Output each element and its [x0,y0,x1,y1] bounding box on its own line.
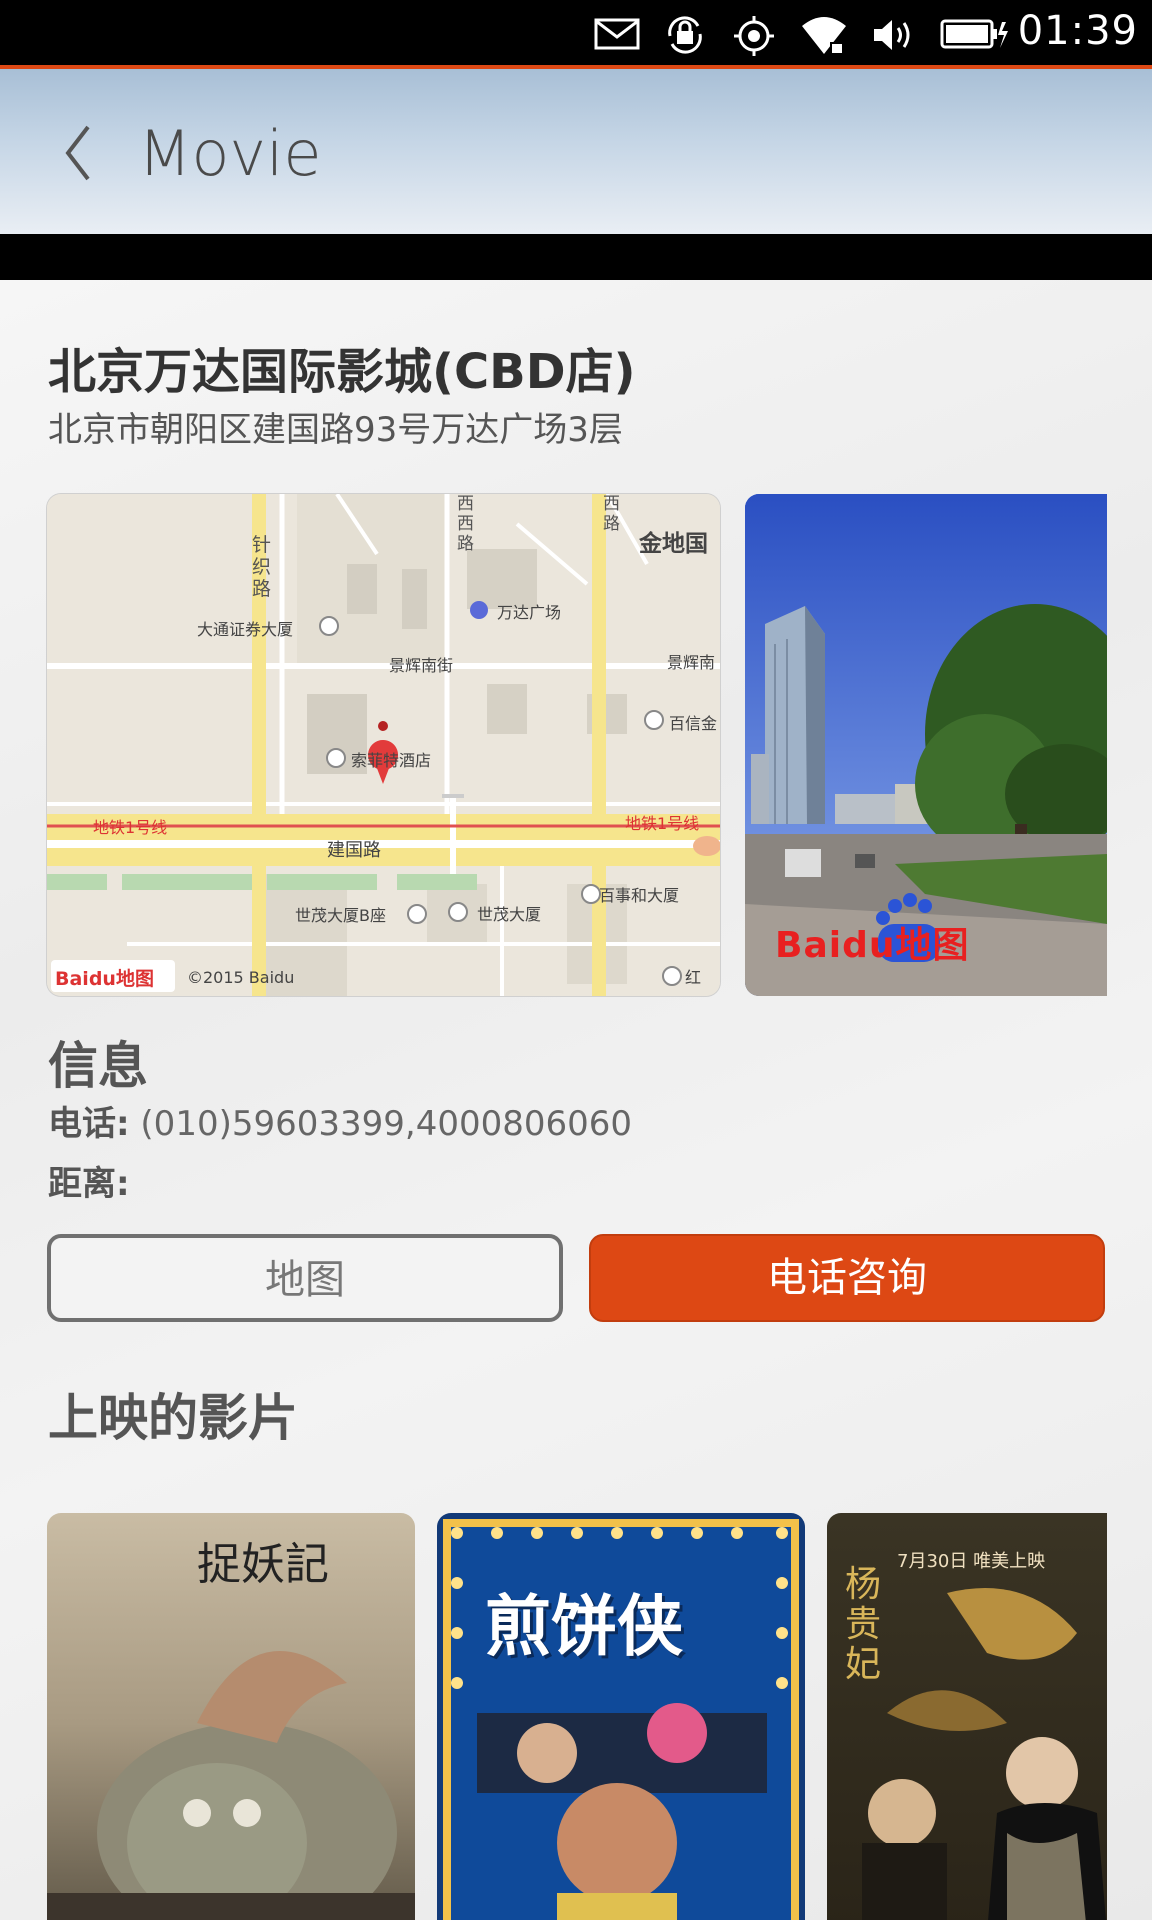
map-label-jinghui: 景辉南街 [389,656,454,675]
map-label-hong: 红 [685,968,702,987]
movies-heading: 上映的影片 [48,1389,298,1447]
cinema-address: 北京市朝阳区建国路93号万达广场3层 [48,410,623,450]
call-button[interactable]: 电话咨询 [589,1234,1105,1322]
map-label-zhenzhi-road: 针织路 [252,534,272,600]
map-preview[interactable]: 针织路 西西路 西路 金地国 大通证券大厦 万达广场 景辉南街 景辉南 百信金 … [47,494,720,996]
map-label-baishihe: 百事和大厦 [599,886,680,905]
distance-row: 距离: [48,1156,130,1205]
battery-icon [940,19,1008,49]
movie-poster-1[interactable]: 捉妖記 [47,1513,415,1920]
movie-poster-2[interactable]: 煎饼侠 [437,1513,805,1920]
poster-3-title: 杨贵妃 [845,1564,882,1685]
cinema-name: 北京万达国际影城(CBD店) [48,344,636,400]
map-label-xi-road: 西路 [603,494,620,534]
map-label-xixi-road: 西西路 [457,494,474,554]
poster-2-title: 煎饼侠 [485,1588,683,1665]
map-copyright: ©2015 Baidu [187,968,295,987]
info-heading: 信息 [48,1037,148,1095]
map-label-sofitel: 索菲特酒店 [351,751,432,770]
street-view-preview[interactable]: Baidu地图 [745,494,1107,996]
distance-label: 距离: [48,1164,130,1204]
poster-3-tagline: 7月30日 唯美上映 [897,1551,1046,1572]
baidu-streetview-logo: Baidu地图 [775,925,970,966]
status-bar: 01:39 [0,0,1152,69]
rotation-lock-icon [668,16,702,54]
map-label-datong: 大通证券大厦 [197,620,294,639]
map-label-metro-left: 地铁1号线 [93,818,168,837]
map-label-shimao: 世茂大厦 [477,905,542,924]
screen: 01:39 Movie 北京万达国际影城(CBD店) 北京市朝阳区建国路93号万… [0,0,1152,1920]
phone-value[interactable]: (010)59603399,4000806060 [140,1104,632,1144]
map-button[interactable]: 地图 [47,1234,563,1322]
wifi-icon [802,17,846,54]
map-label-jindiguo: 金地国 [639,531,708,557]
location-icon [734,16,774,56]
baidu-map-logo: Baidu地图 [55,968,154,990]
movie-poster-3[interactable]: 杨贵妃 7月30日 唯美上映 [827,1513,1107,1920]
mail-icon [594,18,640,50]
page-title: Movie [138,117,322,190]
map-label-wanda: 万达广场 [497,603,562,622]
map-label-metro-right: 地铁1号线 [625,814,700,833]
map-label-jianguo-road: 建国路 [327,840,381,861]
map-label-baixin: 百信金 [669,714,718,733]
map-label-jinghui-2: 景辉南 [667,653,716,672]
clock: 01:39 [1017,8,1138,54]
cinema-detail[interactable]: 北京万达国际影城(CBD店) 北京市朝阳区建国路93号万达广场3层 针织路 西西… [0,280,1152,1920]
back-icon[interactable] [60,123,96,183]
map-label-shimao-b: 世茂大厦B座 [295,906,386,925]
header-divider [0,234,1152,280]
phone-row: 电话: (010)59603399,4000806060 [48,1096,632,1145]
volume-icon [874,20,910,50]
poster-1-title: 捉妖記 [197,1539,329,1590]
page-header: Movie [0,69,1152,234]
phone-label: 电话: [48,1104,130,1144]
